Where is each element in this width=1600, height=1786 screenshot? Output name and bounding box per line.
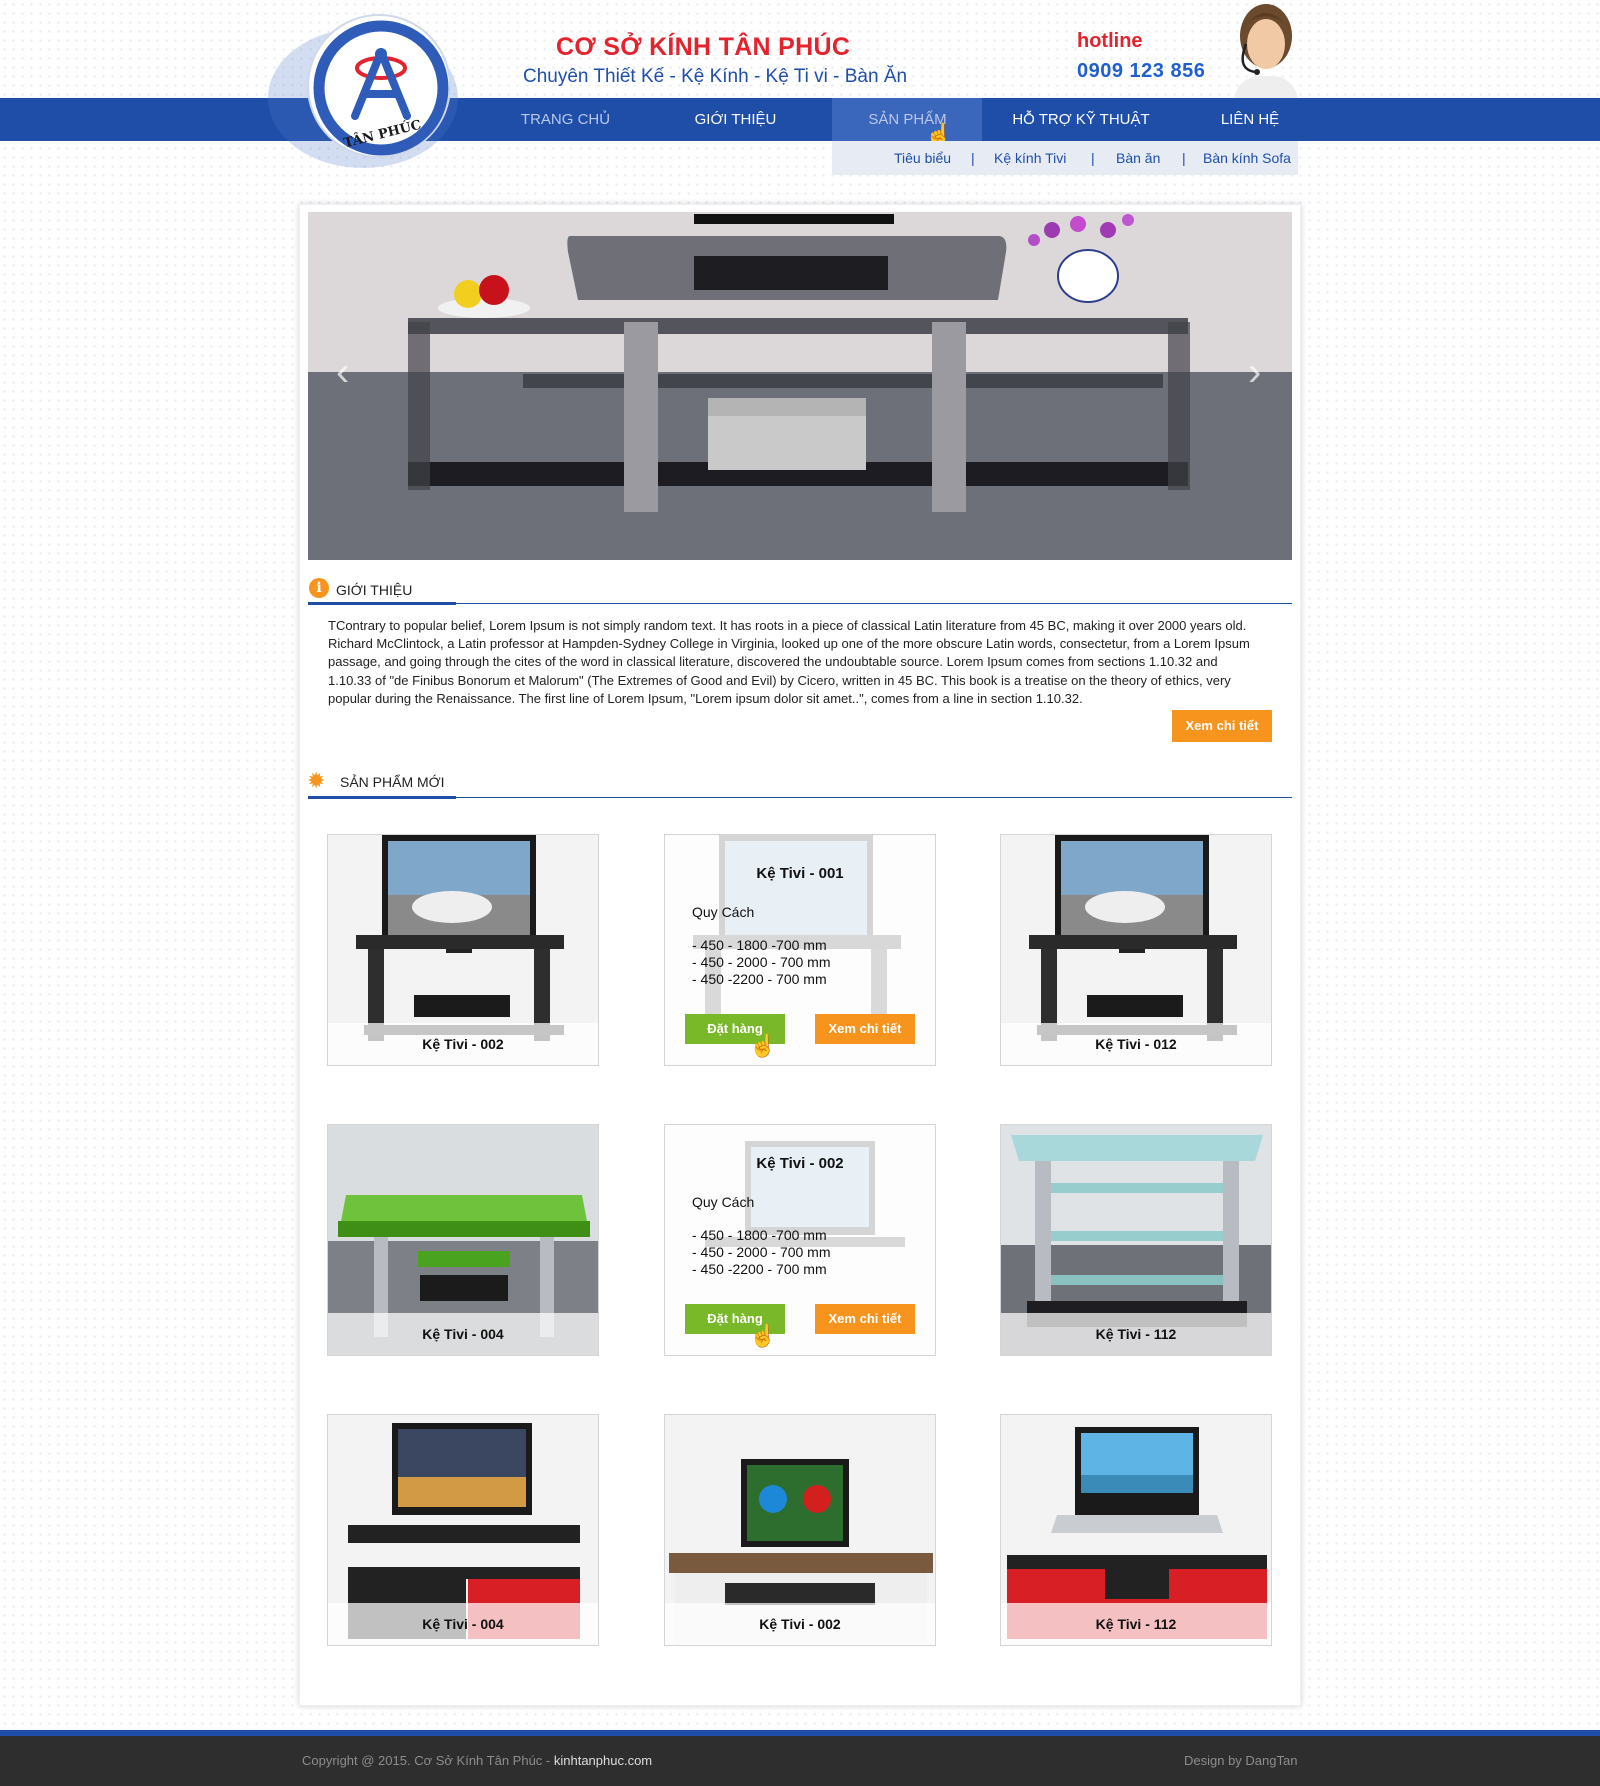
slider-prev-arrow-icon[interactable]: ‹ — [336, 350, 349, 395]
new-products-section-header — [308, 768, 1292, 799]
hero-tv-stand-image — [308, 212, 1292, 560]
section-accent-bar — [308, 796, 456, 799]
product-detail-button[interactable]: Xem chi tiết — [815, 1014, 915, 1044]
spec-line: - 450 - 1800 -700 mm — [692, 937, 827, 953]
spec-line: - 450 - 2000 - 700 mm — [692, 954, 831, 970]
spec-title: Quy Cách — [692, 1194, 755, 1210]
product-card[interactable]: Kệ Tivi - 112 — [1000, 1124, 1272, 1356]
hero-slider[interactable] — [308, 212, 1292, 560]
intro-more-button[interactable]: Xem chi tiết — [1172, 710, 1272, 742]
brand-subtitle: Chuyên Thiết Kế - Kệ Kính - Kệ Ti vi - B… — [523, 66, 908, 87]
support-agent-image — [1226, 0, 1302, 98]
nav-item-home[interactable]: TRANG CHỦ — [498, 98, 633, 141]
footer-copyright-text: Copyright @ 2015. Cơ Sở Kính Tân Phúc - — [302, 1753, 554, 1768]
intro-section-header — [308, 574, 1292, 605]
submenu-item-tv-glass-stand[interactable]: Kệ kính Tivi — [994, 150, 1066, 166]
nav-item-tech-support[interactable]: HỖ TRỢ KỸ THUẬT — [996, 98, 1166, 141]
submenu-separator: | — [1182, 150, 1186, 166]
site-logo[interactable]: TÂN PHÚC — [307, 14, 451, 158]
product-name: Kệ Tivi - 004 — [328, 1313, 598, 1355]
spec-line: - 450 -2200 - 700 mm — [692, 971, 827, 987]
hand-cursor-icon: ☝ — [749, 1033, 777, 1058]
product-card[interactable]: Kệ Tivi - 004 — [327, 1124, 599, 1356]
spec-line: - 450 - 1800 -700 mm — [692, 1227, 827, 1243]
intro-paragraph: TContrary to popular belief, Lorem Ipsum… — [328, 618, 1250, 706]
site-header — [0, 0, 1600, 180]
submenu-item-featured[interactable]: Tiêu biểu — [894, 150, 951, 166]
footer-copyright: Copyright @ 2015. Cơ Sở Kính Tân Phúc - … — [302, 1753, 652, 1768]
spec-line: - 450 - 2000 - 700 mm — [692, 1244, 831, 1260]
submenu-separator: | — [1091, 150, 1095, 166]
product-card[interactable]: Kệ Tivi - 002 — [664, 1414, 936, 1646]
hotline-number[interactable]: 0909 123 856 — [1077, 60, 1205, 83]
product-card[interactable]: Kệ Tivi - 112 — [1000, 1414, 1272, 1646]
submenu-item-sofa-glass-table[interactable]: Bàn kính Sofa — [1203, 150, 1291, 166]
footer-domain-link[interactable]: kinhtanphuc.com — [554, 1753, 652, 1768]
product-name: Kệ Tivi - 112 — [1001, 1313, 1271, 1355]
product-card[interactable]: Kệ Tivi - 002 — [327, 834, 599, 1066]
product-card[interactable]: Kệ Tivi - 012 — [1000, 834, 1272, 1066]
product-detail-button[interactable]: Xem chi tiết — [815, 1304, 915, 1334]
new-products-heading: SẢN PHẨM MỚI — [340, 774, 445, 790]
product-name: Kệ Tivi - 002 — [756, 1155, 844, 1172]
hotline-label: hotline — [1077, 30, 1143, 52]
intro-heading: GIỚI THIỆU — [336, 582, 413, 598]
sun-icon: ✹ — [307, 768, 326, 793]
nav-item-contact[interactable]: LIÊN HỆ — [1200, 98, 1300, 141]
product-card-hovered[interactable]: Kệ Tivi - 002 Quy Cách - 450 - 1800 -700… — [664, 1124, 936, 1356]
product-name: Kệ Tivi - 002 — [328, 1023, 598, 1065]
submenu-separator: | — [971, 150, 975, 166]
footer-design-credit: Design by DangTan — [1184, 1753, 1298, 1768]
brand-title: CƠ SỞ KÍNH TÂN PHÚC — [556, 33, 851, 61]
product-card[interactable]: Kệ Tivi - 004 — [327, 1414, 599, 1646]
nav-item-products[interactable]: SẢN PHẨM — [840, 98, 975, 141]
section-accent-bar — [308, 602, 456, 605]
slider-next-arrow-icon[interactable]: › — [1248, 350, 1261, 395]
product-name: Kệ Tivi - 004 — [328, 1603, 598, 1645]
product-name: Kệ Tivi - 001 — [756, 865, 844, 882]
product-name: Kệ Tivi - 012 — [1001, 1023, 1271, 1065]
product-card-hovered[interactable]: Kệ Tivi - 001 Quy Cách - 450 - 1800 -700… — [664, 834, 936, 1066]
info-icon: i — [309, 578, 329, 598]
site-footer — [0, 1736, 1600, 1786]
product-name: Kệ Tivi - 002 — [665, 1603, 935, 1645]
spec-title: Quy Cách — [692, 904, 755, 920]
product-name: Kệ Tivi - 112 — [1001, 1603, 1271, 1645]
spec-line: - 450 -2200 - 700 mm — [692, 1261, 827, 1277]
submenu-item-dining-table[interactable]: Bàn ăn — [1116, 150, 1160, 166]
hand-cursor-icon: ☝ — [749, 1323, 777, 1348]
nav-item-about[interactable]: GIỚI THIỆU — [668, 98, 803, 141]
